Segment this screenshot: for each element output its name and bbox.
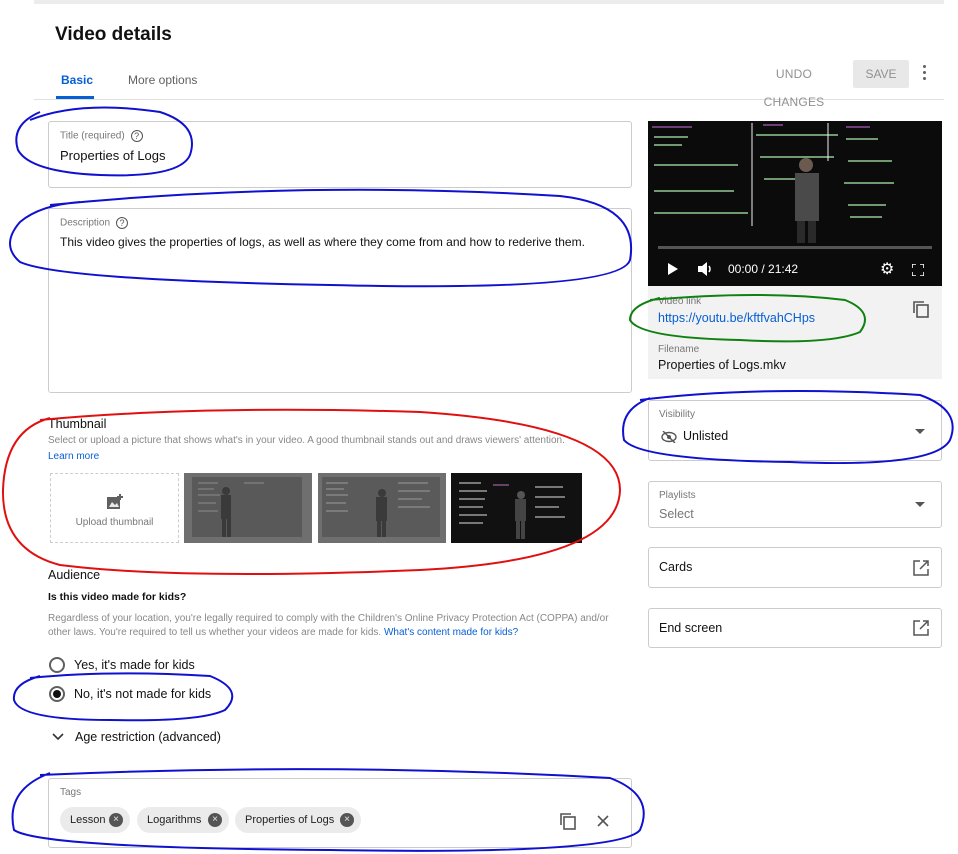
cards-label: Cards xyxy=(659,560,693,574)
remove-tag-icon[interactable]: × xyxy=(208,813,222,827)
tags-label: Tags xyxy=(60,787,82,798)
video-link-label: Video link xyxy=(658,296,702,307)
description-field-label: Description? xyxy=(60,217,129,229)
tag-chip-label: Properties of Logs xyxy=(245,814,335,826)
upload-thumbnail-button[interactable]: Upload thumbnail xyxy=(50,473,179,543)
thumbnail-option-2[interactable] xyxy=(318,473,446,543)
visibility-dropdown[interactable]: Visibility Unlisted xyxy=(648,400,942,461)
audience-help-text: Regardless of your location, you're lega… xyxy=(48,613,609,638)
thumbnail-title: Thumbnail xyxy=(48,417,107,431)
end-screen-button[interactable]: End screen xyxy=(648,608,942,648)
description-field[interactable]: Description? This video gives the proper… xyxy=(48,208,632,393)
thumbnail-help-text: Select or upload a picture that shows wh… xyxy=(48,435,565,446)
thumbnail-option-1[interactable] xyxy=(184,473,312,543)
learn-more-link[interactable]: Learn more xyxy=(48,450,99,464)
playlists-label: Playlists xyxy=(659,490,696,501)
visibility-label: Visibility xyxy=(659,409,695,420)
copy-icon[interactable] xyxy=(559,812,577,830)
content-for-kids-link[interactable]: What's content made for kids? xyxy=(384,627,518,638)
page-title: Video details xyxy=(55,24,172,45)
tag-chip-label: Logarithms xyxy=(147,814,202,826)
filename-value: Properties of Logs.mkv xyxy=(658,358,786,372)
tag-chip-label: Lesson xyxy=(70,814,106,826)
play-icon[interactable] xyxy=(668,263,678,275)
clear-icon[interactable] xyxy=(597,815,609,827)
radio-not-made-for-kids[interactable] xyxy=(49,686,65,702)
cards-button[interactable]: Cards xyxy=(648,547,942,588)
age-restriction-toggle[interactable]: Age restriction (advanced) xyxy=(75,730,221,744)
end-screen-label: End screen xyxy=(659,621,723,635)
chevron-down-icon[interactable] xyxy=(52,733,64,741)
top-divider xyxy=(34,0,944,4)
visibility-value: Unlisted xyxy=(683,429,729,443)
thumbnail-image xyxy=(453,475,580,541)
radio-made-for-kids-label[interactable]: Yes, it's made for kids xyxy=(74,658,195,672)
tag-chip-lesson: Lesson × xyxy=(60,807,130,833)
dropdown-arrow-icon xyxy=(915,502,925,507)
thumbnail-option-3-selected[interactable] xyxy=(451,473,582,543)
settings-gear-icon[interactable]: ⚙ xyxy=(880,259,894,279)
remove-tag-icon[interactable]: × xyxy=(340,813,354,827)
tag-chip-logarithms: Logarithms × xyxy=(137,807,229,833)
upload-thumbnail-label: Upload thumbnail xyxy=(75,517,154,528)
video-progress-bar[interactable] xyxy=(658,246,932,249)
video-preview[interactable]: 00:00 / 21:42 ⚙ xyxy=(648,121,942,286)
help-icon[interactable]: ? xyxy=(130,130,143,142)
save-button[interactable]: SAVE xyxy=(853,60,909,88)
audience-title: Audience xyxy=(48,568,101,582)
dropdown-arrow-icon xyxy=(915,429,925,434)
title-field[interactable]: Title (required)? Properties of Logs xyxy=(48,121,632,188)
thumbnail-image xyxy=(318,473,446,543)
eye-off-icon xyxy=(661,431,677,443)
open-in-new-icon xyxy=(913,560,929,576)
more-vert-icon[interactable] xyxy=(916,62,932,86)
open-in-new-icon xyxy=(913,620,929,636)
undo-changes-button[interactable]: UNDO CHANGES xyxy=(744,60,844,109)
copy-icon[interactable] xyxy=(912,300,930,318)
remove-tag-icon[interactable]: × xyxy=(109,813,123,827)
playlists-value: Select xyxy=(659,507,694,521)
filename-label: Filename xyxy=(658,344,700,355)
tab-basic[interactable]: Basic xyxy=(61,73,93,87)
volume-icon[interactable] xyxy=(698,262,714,276)
video-info-panel: Video link https://youtu.be/kftfvahCHps … xyxy=(648,286,942,379)
radio-made-for-kids[interactable] xyxy=(49,657,65,673)
title-field-label: Title (required)? xyxy=(60,130,143,142)
description-input[interactable]: This video gives the properties of logs,… xyxy=(60,235,630,249)
title-input[interactable]: Properties of Logs xyxy=(60,148,166,163)
video-time: 00:00 / 21:42 xyxy=(728,262,799,276)
fullscreen-icon[interactable] xyxy=(912,264,924,276)
video-link[interactable]: https://youtu.be/kftfvahCHps xyxy=(658,311,815,325)
tab-more-options[interactable]: More options xyxy=(128,73,197,87)
radio-not-made-for-kids-label[interactable]: No, it's not made for kids xyxy=(74,687,211,701)
add-photo-icon xyxy=(107,494,123,509)
playlists-dropdown[interactable]: Playlists Select xyxy=(648,481,942,528)
audience-question: Is this video made for kids? xyxy=(48,591,187,603)
tag-chip-properties-of-logs: Properties of Logs × xyxy=(235,807,361,833)
thumbnail-image xyxy=(184,473,312,543)
help-icon[interactable]: ? xyxy=(116,217,129,229)
